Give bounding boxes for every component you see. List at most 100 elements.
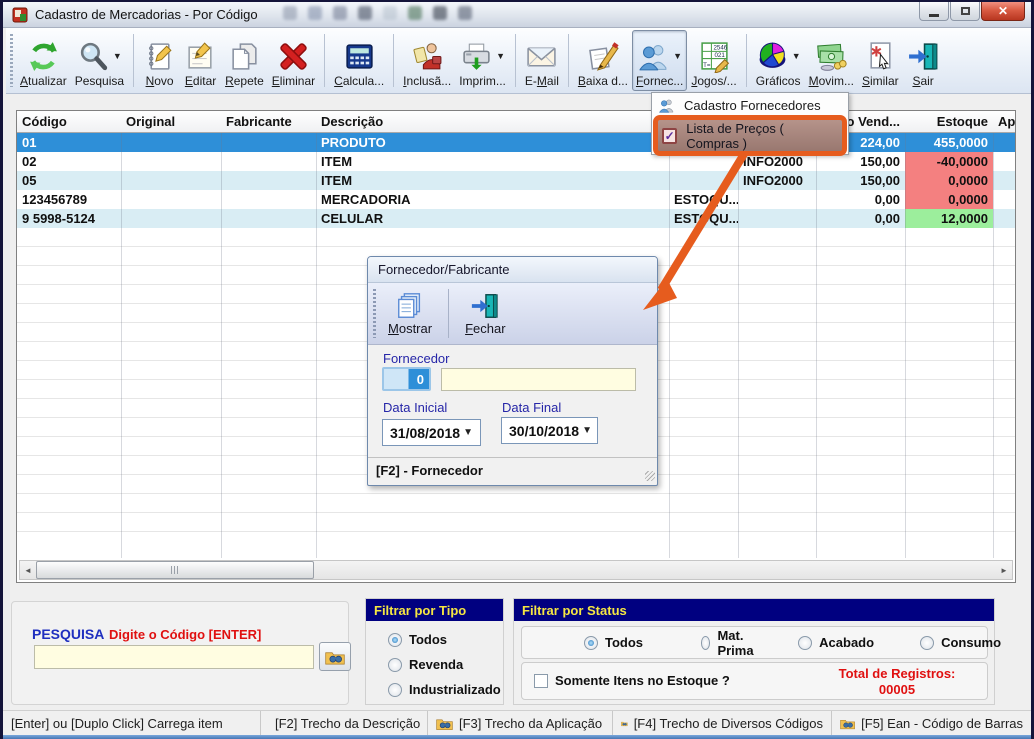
- table-row[interactable]: 05 ITEM INFO2000 150,000,0000: [17, 171, 1015, 190]
- window-title: Cadastro de Mercadorias - Por Código: [35, 7, 258, 22]
- search-hint-label: Digite o Código [ENTER]: [109, 627, 261, 642]
- radio-icon[interactable]: [798, 636, 812, 650]
- checked-checkbox-icon: ✓: [662, 128, 677, 144]
- status-section-f2[interactable]: [F2] Trecho da Descrição: [261, 711, 428, 735]
- radio-selected-icon[interactable]: [388, 633, 402, 647]
- editar-button[interactable]: Editar: [180, 30, 221, 91]
- fornecedor-code-field[interactable]: 0: [382, 367, 431, 391]
- app-window: Cadastro de Mercadorias - Por Código ▬ ✕…: [0, 0, 1034, 739]
- col-header-fabricante[interactable]: Fabricante: [221, 111, 316, 132]
- checkbox-icon[interactable]: [534, 674, 548, 688]
- estoque-filter-box: Somente Itens no Estoque ? Total de Regi…: [521, 662, 988, 700]
- codigo-search-input[interactable]: [34, 645, 314, 669]
- toolbar-separator: [746, 34, 747, 87]
- similar-button[interactable]: Similar: [858, 30, 903, 91]
- fornecedor-name-input[interactable]: [441, 368, 636, 391]
- dropdown-arrow-icon[interactable]: ▼: [113, 51, 122, 61]
- dialog-body: Fornecedor 0 Data Inicial Data Final 31/…: [368, 345, 657, 457]
- radio-tipo-revenda[interactable]: Revenda: [388, 657, 463, 672]
- radio-icon[interactable]: [920, 636, 934, 650]
- calcula-button[interactable]: Calcula...: [330, 30, 388, 91]
- pesquisa-label: PESQUISA: [32, 626, 104, 642]
- repete-button[interactable]: Repete: [221, 30, 268, 91]
- table-row[interactable]: 123456789 MERCADORIA ESTOQU... 0,000,000…: [17, 190, 1015, 209]
- scroll-right-arrow[interactable]: ►: [996, 561, 1012, 579]
- close-button[interactable]: ✕: [981, 2, 1025, 21]
- eliminar-button[interactable]: Eliminar: [268, 30, 319, 91]
- jogos-button[interactable]: 2546 021 T= Jogos/...: [687, 30, 740, 91]
- toolbar-separator: [393, 34, 394, 87]
- minimize-button[interactable]: ▬: [919, 2, 949, 21]
- search-panel: PESQUISA Digite o Código [ENTER]: [11, 601, 349, 705]
- svg-text:021: 021: [714, 52, 725, 59]
- envelope-icon: [525, 40, 558, 73]
- title-bar: Cadastro de Mercadorias - Por Código ▬ ✕: [3, 2, 1031, 28]
- dropdown-arrow-icon[interactable]: ▼: [496, 51, 505, 61]
- status-section-f3[interactable]: [F3] Trecho da Aplicação: [428, 711, 613, 735]
- scrollbar-track[interactable]: [314, 561, 996, 579]
- radio-tipo-todos[interactable]: Todos: [388, 632, 447, 647]
- dropdown-arrow-icon[interactable]: ▼: [673, 51, 682, 61]
- exit-door-icon: [470, 291, 500, 321]
- write-down-icon: [586, 40, 619, 73]
- scrollbar-thumb[interactable]: [36, 561, 314, 579]
- pesquisa-button[interactable]: ▼ Pesquisa: [71, 30, 128, 91]
- data-inicial-select[interactable]: 31/08/2018▼: [382, 419, 481, 446]
- menu-item-lista-precos[interactable]: Lista de Preços ( Compras ): [686, 121, 838, 151]
- dropdown-arrow-icon[interactable]: ▼: [792, 51, 801, 61]
- stacked-pages-icon: [395, 291, 425, 321]
- svg-text:2546: 2546: [713, 44, 727, 51]
- fornecedores-button[interactable]: ▼ Fornec...: [632, 30, 687, 91]
- inclusao-button[interactable]: Inclusã...: [399, 30, 455, 91]
- chevron-down-icon: ▼: [463, 427, 473, 438]
- copy-pages-icon: [228, 40, 261, 73]
- radio-selected-icon[interactable]: [584, 636, 598, 650]
- data-final-label: Data Final: [502, 400, 561, 415]
- pie-chart-icon: [756, 40, 789, 73]
- fechar-button[interactable]: Fechar: [457, 283, 513, 344]
- radio-status-acabado[interactable]: Acabado: [798, 635, 874, 650]
- folder-binoculars-icon: [840, 715, 855, 732]
- refresh-icon: [27, 40, 60, 73]
- scroll-left-arrow[interactable]: ◄: [20, 561, 36, 579]
- search-icon: [77, 40, 110, 73]
- radio-tipo-industrializado[interactable]: Industrializado: [388, 682, 501, 697]
- toolbar-separator: [515, 34, 516, 87]
- horizontal-scrollbar[interactable]: ◄ ►: [19, 560, 1013, 580]
- table-row-selected[interactable]: 01 PRODUTO 224,00455,0000: [17, 133, 1015, 152]
- status-section-f4[interactable]: [F4] Trecho de Diversos Códigos: [613, 711, 832, 735]
- maximize-button[interactable]: [950, 2, 980, 21]
- people-icon: [658, 97, 675, 114]
- table-row[interactable]: 9 5998-5124 CELULAR ESTOQU... 0,0012,000…: [17, 209, 1015, 228]
- search-lookup-button[interactable]: [319, 642, 351, 671]
- atualizar-button[interactable]: Atualizar: [16, 30, 71, 91]
- ghost-recorder-icons: [283, 6, 472, 24]
- novo-button[interactable]: Novo: [139, 30, 180, 91]
- money-icon: [815, 40, 848, 73]
- col-header-estoque[interactable]: Estoque: [905, 111, 993, 132]
- status-section-f5[interactable]: [F5] Ean - Código de Barras: [832, 711, 1031, 735]
- radio-status-mat-prima[interactable]: Mat. Prima: [701, 628, 758, 658]
- folder-binoculars-icon: [325, 647, 345, 667]
- total-registros-label: Total de Registros:: [817, 666, 977, 682]
- mostrar-button[interactable]: Mostrar: [380, 283, 440, 344]
- col-header-codigo[interactable]: Código: [17, 111, 121, 132]
- radio-icon[interactable]: [388, 658, 402, 672]
- radio-icon[interactable]: [701, 636, 710, 650]
- imprimir-button[interactable]: ▼ Imprim...: [455, 30, 510, 91]
- graficos-button[interactable]: ▼ Gráficos: [752, 30, 805, 91]
- radio-icon[interactable]: [388, 683, 402, 697]
- movimento-button[interactable]: Movim...: [805, 30, 858, 91]
- baixa-button[interactable]: Baixa d...: [574, 30, 632, 91]
- table-row[interactable]: 02 ITEM INFO2000 150,00-40,0000: [17, 152, 1015, 171]
- col-header-descricao[interactable]: Descrição: [316, 111, 669, 132]
- radio-status-todos[interactable]: Todos: [584, 635, 643, 650]
- somente-estoque-checkbox[interactable]: Somente Itens no Estoque ?: [534, 673, 730, 688]
- sair-button[interactable]: Sair: [903, 30, 944, 91]
- email-button[interactable]: E-Mail: [521, 30, 563, 91]
- col-header-aplicacao[interactable]: Ap: [993, 111, 1015, 132]
- radio-status-consumo[interactable]: Consumo: [920, 635, 1001, 650]
- data-final-select[interactable]: 30/10/2018▼: [501, 417, 598, 444]
- calculator-icon: [343, 40, 376, 73]
- col-header-original[interactable]: Original: [121, 111, 221, 132]
